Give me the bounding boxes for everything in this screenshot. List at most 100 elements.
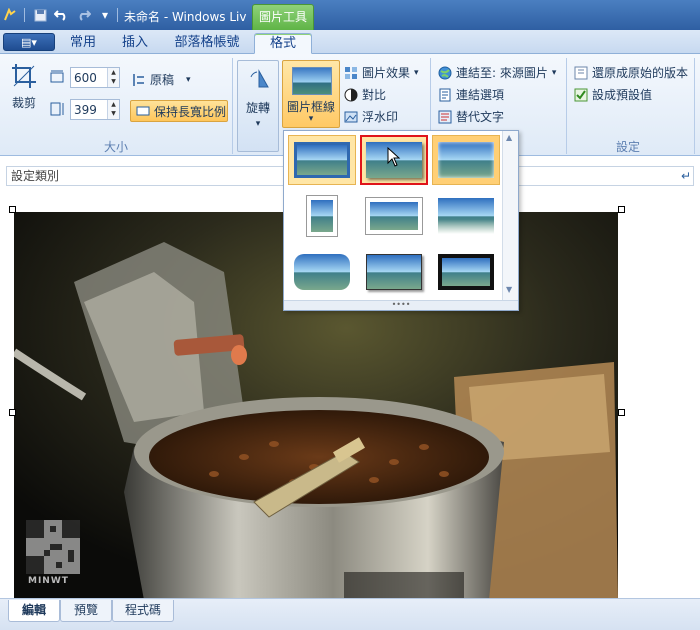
contrast-button[interactable]: 對比 (344, 86, 386, 103)
customize-quick-access-icon[interactable]: ▾ (97, 7, 113, 23)
crop-button[interactable]: 裁剪 (6, 62, 42, 134)
frame-preview (294, 254, 350, 290)
width-icon (50, 70, 64, 84)
app-menu-button[interactable]: ▤▾ (3, 33, 55, 51)
contrast-label: 對比 (362, 88, 387, 102)
globe-link-icon (438, 66, 452, 80)
crop-label: 裁剪 (11, 96, 36, 110)
tab-format[interactable]: 格式 (254, 33, 312, 54)
picture-frame-label: 圖片框線 (286, 100, 335, 114)
frame-preview (366, 198, 422, 234)
frame-preview (438, 254, 494, 290)
contrast-icon (344, 88, 358, 102)
scroll-down-icon[interactable]: ▼ (506, 285, 512, 294)
chevron-down-icon: ▾ (551, 67, 557, 78)
gallery-scrollbar[interactable]: ▲ ▼ (502, 131, 518, 301)
scroll-up-icon[interactable]: ▲ (506, 133, 512, 142)
frame-option-9[interactable] (432, 247, 500, 297)
restore-icon (574, 66, 588, 80)
resize-handle-middle-left[interactable] (9, 409, 16, 416)
tab-insert[interactable]: 插入 (114, 33, 156, 54)
alt-text-button[interactable]: 替代文字 (438, 108, 504, 125)
tab-source[interactable]: 程式碼 (112, 600, 174, 622)
link-options-icon (438, 88, 452, 102)
tab-home[interactable]: 常用 (62, 33, 104, 54)
height-value: 399 (74, 102, 97, 117)
tab-blog-account[interactable]: 部落格帳號 (168, 33, 246, 54)
frame-option-6[interactable] (432, 191, 500, 241)
frame-option-7[interactable] (288, 247, 356, 297)
tab-edit[interactable]: 編輯 (8, 600, 60, 622)
redo-icon[interactable] (76, 7, 92, 23)
restore-original-button[interactable]: 還原成原始的版本 (574, 64, 688, 81)
frame-preview (294, 142, 350, 178)
crop-icon (10, 62, 38, 90)
picture-frame-icon (292, 67, 332, 95)
frame-preview (438, 142, 494, 178)
set-default-label: 設成預設值 (592, 88, 653, 102)
width-input[interactable]: 600 ▲ ▼ (70, 67, 120, 88)
watermark-button[interactable]: 浮水印 (344, 108, 398, 125)
chevron-down-icon: ▾ (308, 114, 314, 124)
set-default-button[interactable]: 設成預設值 (574, 86, 652, 103)
chevron-down-icon: ▾ (255, 119, 261, 129)
frame-option-2[interactable] (360, 135, 428, 185)
width-spinner-arrows[interactable]: ▲ ▼ (107, 68, 119, 87)
group-label-size: 大小 (103, 140, 128, 154)
group-label-settings: 設定 (615, 140, 640, 154)
tab-preview[interactable]: 預覽 (60, 600, 112, 622)
watermark-label: 浮水印 (362, 110, 399, 124)
frame-preview (366, 254, 422, 290)
watermark-text: MINWT (28, 576, 69, 586)
aspect-ratio-label: 保持長寬比例 (154, 104, 227, 119)
ribbon-tab-bar: ▤▾ 常用 插入 部落格帳號 格式 (0, 30, 700, 54)
picture-frame-button[interactable]: 圖片框線 ▾ (282, 60, 340, 128)
resize-handle-top-right[interactable] (618, 206, 625, 213)
settings-category-label: 設定類別 (11, 169, 60, 183)
picture-effects-dropdown[interactable]: 圖片效果 ▾ (344, 64, 419, 81)
rotate-label: 旋轉 (245, 101, 270, 115)
gallery-resize-grip[interactable]: •••• (284, 300, 518, 310)
alt-text-label: 替代文字 (456, 110, 505, 124)
original-size-icon (132, 73, 146, 87)
chevron-down-icon: ▾ (414, 67, 419, 78)
picture-effects-icon (344, 66, 358, 80)
frame-option-3[interactable] (432, 135, 500, 185)
chevron-down-icon: ▾ (186, 74, 191, 85)
context-tab-group-picture-tools: 圖片工具 (252, 4, 314, 30)
group-divider (232, 58, 233, 154)
frame-preview (438, 198, 494, 234)
mouse-cursor-icon (387, 146, 401, 170)
picture-effects-label: 圖片效果 (362, 66, 411, 80)
rotate-icon (248, 69, 270, 91)
width-value: 600 (74, 70, 97, 85)
resize-handle-top-left[interactable] (9, 206, 16, 213)
watermark-icon (344, 110, 358, 124)
aspect-ratio-icon (136, 104, 150, 118)
link-to-dropdown[interactable]: 連結至: 來源圖片 ▾ (438, 64, 556, 81)
height-icon (50, 102, 64, 116)
frame-option-8[interactable] (360, 247, 428, 297)
original-size-label: 原稿 (150, 73, 175, 87)
picture-frame-gallery: ▲ ▼ •••• (283, 130, 519, 311)
app-logo-icon (2, 7, 18, 23)
undo-icon[interactable] (53, 7, 69, 23)
save-icon[interactable] (32, 7, 48, 23)
window-title: 未命名 - Windows Liv (124, 10, 247, 24)
checkmark-icon (574, 88, 588, 102)
height-input[interactable]: 399 ▲ ▼ (70, 99, 120, 120)
view-mode-bar: 編輯 預覽 程式碼 (0, 598, 700, 630)
rotate-button[interactable]: 旋轉 ▾ (237, 60, 279, 152)
frame-option-1[interactable] (288, 135, 356, 185)
original-size-dropdown[interactable]: 原稿 ▾ (132, 71, 191, 88)
keep-aspect-ratio-button[interactable]: 保持長寬比例 (130, 100, 228, 122)
frame-option-4[interactable] (288, 191, 356, 241)
link-options-button[interactable]: 連結選項 (438, 86, 504, 103)
divider (117, 8, 118, 22)
resize-handle-middle-right[interactable] (618, 409, 625, 416)
alt-text-icon (438, 110, 452, 124)
group-divider (694, 58, 695, 154)
frame-option-5[interactable] (360, 191, 428, 241)
height-spinner-arrows[interactable]: ▲ ▼ (107, 100, 119, 119)
link-to-label: 連結至: 來源圖片 (456, 66, 548, 80)
